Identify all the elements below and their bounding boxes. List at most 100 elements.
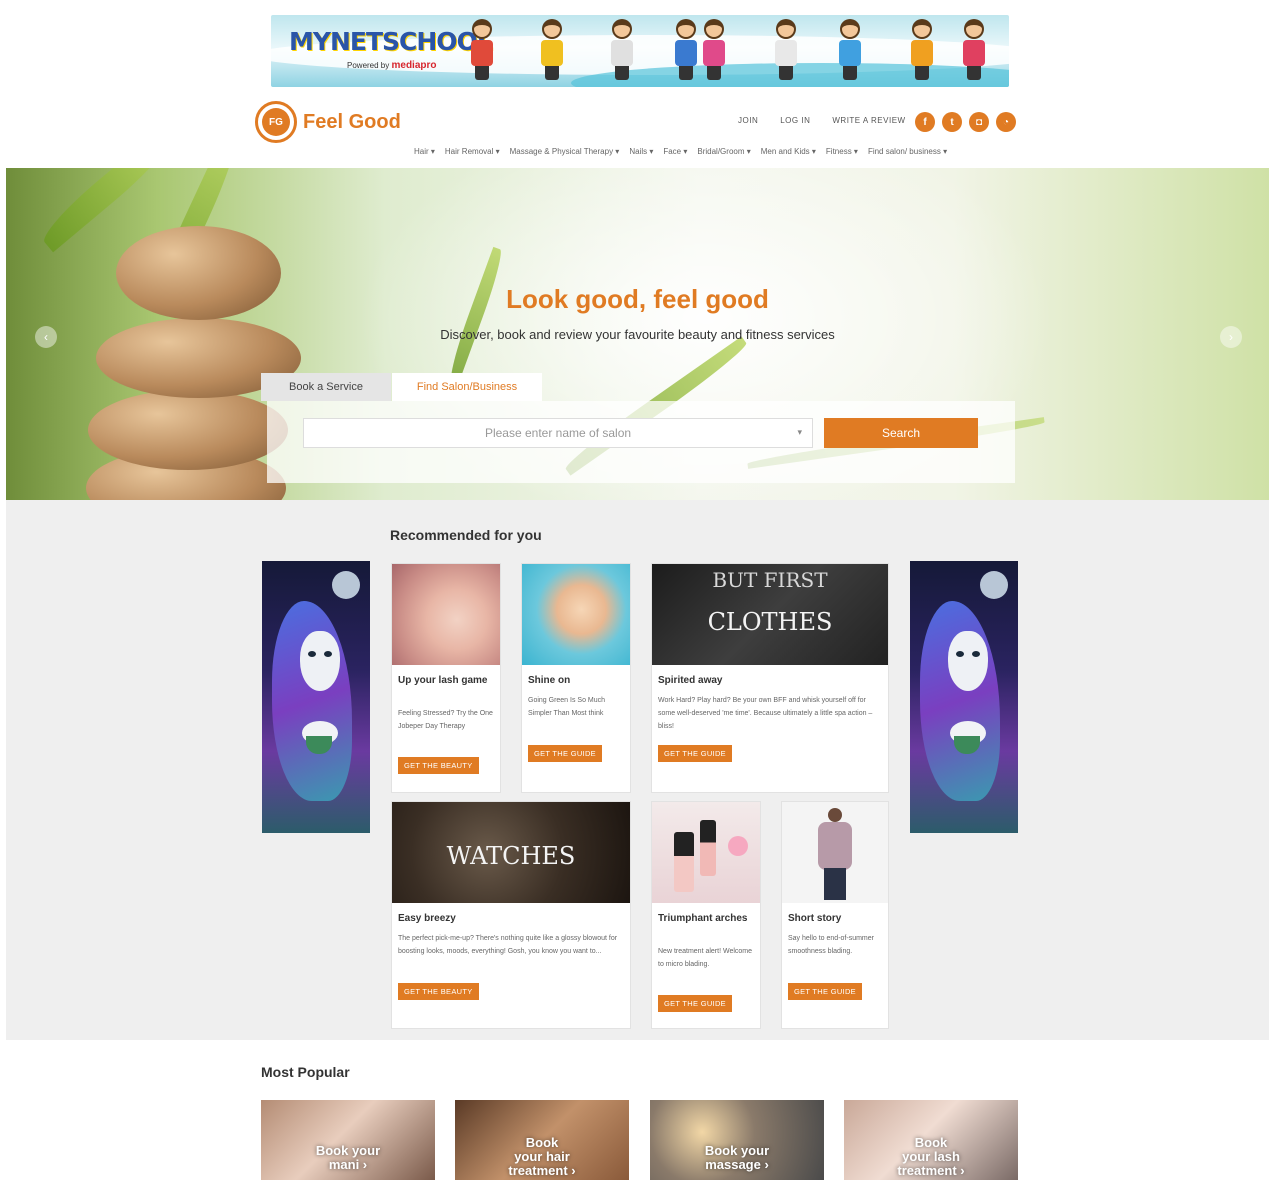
moon-illustration [332,571,360,599]
eye-illustration [324,651,332,657]
spa-stone-image [88,390,288,470]
tile-line: Book your [704,1143,770,1158]
site-logo[interactable]: FG Feel Good [255,101,401,143]
cartoon-kid-image [959,19,989,85]
nav-item-men-kids[interactable]: Men and Kids ▾ [761,147,816,156]
main-navigation: Hair ▾ Hair Removal ▾ Massage & Physical… [414,147,947,156]
eye-illustration [972,651,980,657]
card-description: Work Hard? Play hard? Be your own BFF an… [658,697,873,730]
salon-search-placeholder: Please enter name of salon [484,426,632,440]
logo-mark-text: FG [262,108,290,136]
side-ad-left[interactable] [262,561,370,833]
write-review-link[interactable]: WRITE A REVIEW [832,116,905,125]
nav-item-fitness[interactable]: Fitness ▾ [826,147,858,156]
card-title: Triumphant arches [658,913,748,924]
tile-line: your lash [902,1149,960,1164]
facial-treatment-image [392,564,500,665]
moon-illustration [980,571,1008,599]
card-description: Feeling Stressed? Try the One Jobeper Da… [398,710,493,730]
overlay-text-big: CLOTHES [707,608,833,636]
recommended-card[interactable]: Up your lash game Feeling Stressed? Try … [391,563,501,793]
nav-item-massage[interactable]: Massage & Physical Therapy ▾ [510,147,620,156]
twitter-icon[interactable]: t [942,112,962,132]
banner-logo: MYNETSCHOOL [289,27,493,56]
recommended-heading: Recommended for you [390,527,542,543]
tile-line: treatment › [508,1163,576,1178]
facebook-icon[interactable]: f [915,112,935,132]
watches-promo-image: WATCHES [392,802,630,903]
hair-illustration [920,601,1000,801]
card-title: Shine on [528,675,571,686]
salon-search-input[interactable]: Please enter name of salon ▾ [303,418,813,448]
get-the-guide-button[interactable]: GET THE GUIDE [658,745,732,762]
tab-find-salon[interactable]: Find Salon/Business [392,373,542,401]
fashion-model-image [782,802,888,903]
powered-brand: mediapro [391,60,437,71]
card-title: Short story [788,913,842,924]
cartoon-kid-image [671,19,701,85]
recommended-card[interactable]: BUT FIRST CLOTHES Spirited away Work Har… [651,563,889,793]
recommended-card[interactable]: Triumphant arches New treatment alert! W… [651,801,761,1029]
cartoon-kid-image [699,19,729,85]
card-description: The perfect pick-me-up? There's nothing … [398,935,618,955]
cartoon-kid-image [907,19,937,85]
recommended-card[interactable]: Shine on Going Green Is So Much Simpler … [521,563,631,793]
get-the-beauty-button[interactable]: GET THE BEAUTY [398,757,479,774]
feel-good-logo-icon: FG [255,101,297,143]
cartoon-kid-image [537,19,567,85]
get-the-guide-button[interactable]: GET THE GUIDE [658,995,732,1012]
get-the-guide-button[interactable]: GET THE GUIDE [528,745,602,762]
salon-search-panel: Please enter name of salon ▾ Search [267,401,1015,483]
card-description: Going Green Is So Much Simpler Than Most… [528,697,606,717]
recommended-card[interactable]: WATCHES Easy breezy The perfect pick-me-… [391,801,631,1029]
tile-line: Book [914,1135,948,1150]
login-link[interactable]: LOG IN [780,116,810,125]
tab-book-service[interactable]: Book a Service [261,373,391,401]
rss-icon[interactable]: ◔ [996,112,1016,132]
nav-item-hair[interactable]: Hair ▾ [414,147,435,156]
recommended-card[interactable]: Short story Say hello to end-of-summer s… [781,801,889,1029]
cartoon-kid-image [467,19,497,85]
popular-tile-massage[interactable]: Book your massage › [650,1100,824,1180]
get-the-beauty-button[interactable]: GET THE BEAUTY [398,983,479,1000]
site-name: Feel Good [303,110,401,133]
cartoon-kid-image [607,19,637,85]
card-title: Up your lash game [398,675,488,686]
tile-line: massage › [705,1157,769,1172]
popular-tile-hair[interactable]: Book your hair treatment › [455,1100,629,1180]
account-links: JOIN LOG IN WRITE A REVIEW [738,116,906,125]
mynetschool-banner-ad[interactable]: MYNETSCHOOL Powered by mediapro [271,15,1009,87]
search-button[interactable]: Search [824,418,978,448]
join-link[interactable]: JOIN [738,116,758,125]
nav-item-bridal[interactable]: Bridal/Groom ▾ [697,147,750,156]
chevron-down-icon[interactable]: ▾ [797,427,802,438]
tile-line: your hair [514,1149,570,1164]
nav-item-find-salon[interactable]: Find salon/ business ▾ [868,147,947,156]
card-title: Easy breezy [398,913,456,924]
card-description: New treatment alert! Welcome to micro bl… [658,948,753,968]
nav-item-face[interactable]: Face ▾ [663,147,687,156]
hair-illustration [272,601,352,801]
cartoon-kid-image [771,19,801,85]
cartoon-kid-image [835,19,865,85]
hero-title: Look good, feel good [506,284,769,314]
overlay-text-small: BUT FIRST [712,568,828,592]
hero-subtitle: Discover, book and review your favourite… [440,327,835,342]
eye-illustration [308,651,316,657]
instagram-icon[interactable]: ◘ [969,112,989,132]
eye-illustration [956,651,964,657]
popular-tile-mani[interactable]: Book your mani › [261,1100,435,1180]
nav-item-nails[interactable]: Nails ▾ [629,147,653,156]
popular-tile-lash[interactable]: Book your lash treatment › [844,1100,1018,1180]
get-the-guide-button[interactable]: GET THE GUIDE [788,983,862,1000]
card-description: Say hello to end-of-summer smoothness bl… [788,935,874,955]
banner-powered-by: Powered by mediapro [347,60,437,71]
powered-prefix: Powered by [347,61,390,70]
card-title: Spirited away [658,675,723,686]
nail-polish-image [652,802,760,903]
tile-line: Book [525,1135,559,1150]
social-links: f t ◘ ◔ [915,112,1016,132]
nav-item-hair-removal[interactable]: Hair Removal ▾ [445,147,500,156]
recommended-section: Recommended for you Up your lash game Fe… [6,500,1269,1040]
side-ad-right[interactable] [910,561,1018,833]
